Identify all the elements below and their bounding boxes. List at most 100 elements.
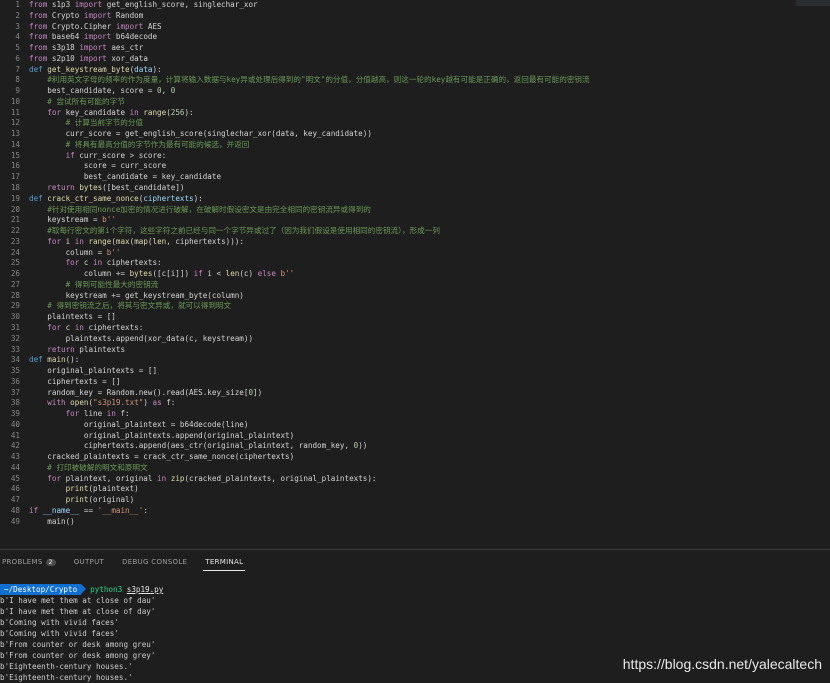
terminal-argument: s3p19.py (126, 585, 164, 594)
code-text: random_key = Random.new().read(AES.key_s… (29, 387, 263, 397)
code-line: 38 with open("s3p19.txt") as f: (0, 398, 830, 409)
code-line: 12 # 计算当前字节的分值 (0, 118, 830, 129)
code-text: for plaintext, original in zip(cracked_p… (47, 473, 377, 483)
code-text: print(plaintext) (65, 484, 139, 494)
tab-label: DEBUG CONSOLE (122, 558, 188, 566)
code-text: for key_candidate in range(256): (47, 107, 194, 117)
code-line: 34 def main(): (0, 355, 830, 366)
code-text: plaintexts.append(xor_data(c, keystream)… (29, 333, 254, 343)
terminal-output-line: b'I have met them at close of day' (0, 607, 156, 616)
code-line: 41 original_plaintexts.append(original_p… (0, 431, 830, 442)
code-line: 19 def crack_ctr_same_nonce(ciphertexts): (0, 194, 830, 205)
line-number: 33 (10, 344, 20, 354)
line-number: 15 (10, 150, 20, 160)
code-line: 1 from s1p3 import get_english_score, sin… (0, 0, 830, 11)
code-line: 43 cracked_plaintexts = crack_ctr_same_n… (0, 452, 830, 463)
line-number: 18 (10, 183, 20, 193)
code-line: 33 return plaintexts (0, 345, 830, 356)
line-number: 11 (10, 107, 20, 117)
line-number: 12 (10, 118, 20, 128)
line-number: 7 (15, 64, 20, 74)
tab-terminal[interactable]: TERMINAL (203, 554, 246, 571)
code-line: 7 def get_keystream_byte(data): (0, 65, 830, 76)
code-text: original_plaintext = b64decode(line) (29, 419, 249, 429)
line-number: 27 (10, 279, 20, 289)
code-text: from s2p10 import xor_data (29, 53, 148, 63)
code-text: from Crypto.Cipher import AES (29, 21, 162, 31)
code-text: #取每行密文的第i个字符，这些字符之前已经与同一个字节异或过了（因为我们假设是使… (47, 226, 440, 236)
code-text: def get_keystream_byte(data): (29, 64, 162, 74)
terminal-output-line: b'I have met them at close of dau' (0, 596, 156, 605)
line-number: 30 (10, 312, 20, 322)
problems-count-badge: 2 (45, 559, 56, 566)
code-editor[interactable]: 1 from s1p3 import get_english_score, sin… (0, 0, 830, 549)
line-number: 31 (10, 322, 20, 332)
code-line: 36 ciphertexts = [] (0, 377, 830, 388)
code-line: 5 from s3p18 import aes_ctr (0, 43, 830, 54)
line-number: 4 (15, 32, 20, 42)
line-number: 37 (10, 387, 20, 397)
line-number: 47 (10, 495, 20, 505)
code-line: 23 for i in range(max(map(len, ciphertex… (0, 237, 830, 248)
code-text: score = curr_score (29, 161, 167, 171)
code-line: 3 from Crypto.Cipher import AES (0, 22, 830, 33)
tab-label: TERMINAL (205, 557, 244, 566)
code-text: cracked_plaintexts = crack_ctr_same_nonc… (29, 452, 295, 462)
code-line: 42 ciphertexts.append(aes_ctr(original_p… (0, 441, 830, 452)
code-text: print(original) (65, 495, 135, 505)
code-text: if curr_score > score: (65, 150, 167, 160)
terminal-command: python3 (90, 585, 123, 594)
code-line: 22 #取每行密文的第i个字符，这些字符之前已经与同一个字节异或过了（因为我们假… (0, 226, 830, 237)
code-line: 28 keystream += get_keystream_byte(colum… (0, 291, 830, 302)
code-line: 47 print(original) (0, 495, 830, 506)
code-text: best_candidate, score = 0, 0 (29, 86, 176, 96)
terminal-output-line: b'Coming with vivid faces' (0, 629, 119, 638)
line-number: 28 (10, 290, 20, 300)
code-text: return bytes([best_candidate]) (47, 183, 185, 193)
code-text: def crack_ctr_same_nonce(ciphertexts): (29, 193, 203, 203)
code-line: 4 from base64 import b64decode (0, 32, 830, 43)
tab-problems[interactable]: PROBLEMS 2 (0, 554, 58, 570)
code-line: 18 return bytes([best_candidate]) (0, 183, 830, 194)
code-text: def main(): (29, 355, 80, 365)
line-number: 24 (10, 247, 20, 257)
code-text: from base64 import b64decode (29, 32, 158, 42)
code-line: 13 curr_score = get_english_score(single… (0, 129, 830, 140)
line-number: 26 (10, 269, 20, 279)
line-number: 23 (10, 236, 20, 246)
code-text: keystream = b'' (29, 215, 116, 225)
line-number: 40 (10, 419, 20, 429)
code-text: return plaintexts (47, 344, 126, 354)
code-text: # 打印被破解的明文和原明文 (47, 462, 148, 472)
tab-debug-console[interactable]: DEBUG CONSOLE (120, 554, 189, 570)
line-number: 39 (10, 409, 20, 419)
code-text: original_plaintexts.append(original_plai… (29, 430, 295, 440)
terminal-output-line: b'Coming with vivid faces' (0, 618, 119, 627)
tab-label: OUTPUT (73, 558, 105, 566)
line-number: 6 (15, 53, 20, 63)
code-line: 35 original_plaintexts = [] (0, 366, 830, 377)
line-number: 44 (10, 462, 20, 472)
code-line: 44 # 打印被破解的明文和原明文 (0, 463, 830, 474)
code-text: for i in range(max(map(len, ciphertexts)… (47, 236, 244, 246)
code-line: 46 print(plaintext) (0, 484, 830, 495)
line-number: 5 (15, 43, 20, 53)
code-text: for c in ciphertexts: (65, 258, 162, 268)
tab-output[interactable]: OUTPUT (72, 554, 106, 570)
line-number: 46 (10, 484, 20, 494)
code-text: best_candidate = key_candidate (29, 172, 222, 182)
code-text: for line in f: (65, 409, 130, 419)
code-line: 2 from Crypto import Random (0, 11, 830, 22)
line-number: 25 (10, 258, 20, 268)
line-number: 17 (10, 172, 20, 182)
line-number: 20 (10, 204, 20, 214)
code-text: #利用英文字母的频率的作为度量，计算将输入数据与key异或处理后得到的"明文"的… (47, 75, 590, 85)
line-number: 36 (10, 376, 20, 386)
panel-tabs: PROBLEMS 2 OUTPUT DEBUG CONSOLE TERMINAL (0, 550, 830, 574)
terminal-prompt-line: ~/Desktop/Crypto python3 s3p19.py (0, 584, 830, 595)
code-line: 39 for line in f: (0, 409, 830, 420)
line-number: 3 (15, 21, 20, 31)
line-number: 13 (10, 129, 20, 139)
line-number: 21 (10, 215, 20, 225)
line-number: 22 (10, 226, 20, 236)
